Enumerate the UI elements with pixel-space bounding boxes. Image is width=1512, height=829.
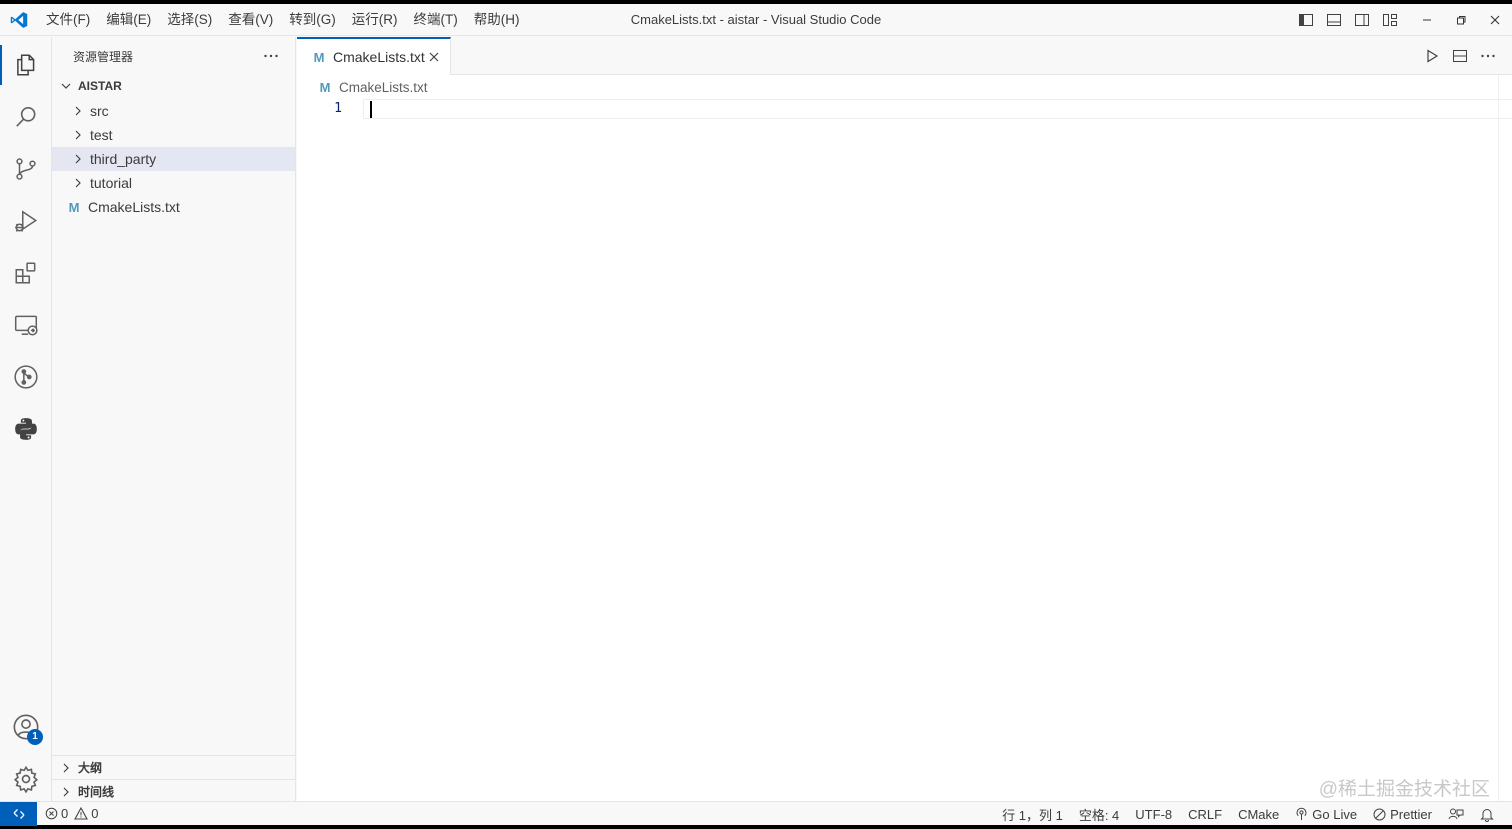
git-graph-icon[interactable] (0, 353, 52, 401)
tree-item-label: test (90, 127, 113, 143)
chevron-right-icon (70, 127, 86, 143)
chevron-down-icon (58, 78, 74, 94)
chevron-right-icon (58, 760, 74, 776)
close-window-icon[interactable] (1478, 4, 1512, 36)
tab-cmakelists[interactable]: M CmakeLists.txt (297, 37, 451, 75)
remote-indicator-icon[interactable] (0, 801, 37, 826)
breadcrumb-file[interactable]: CmakeLists.txt (339, 80, 428, 95)
outline-label: 大纲 (78, 761, 103, 775)
prettier-disabled-icon (1373, 808, 1386, 821)
chevron-right-icon (70, 151, 86, 167)
search-icon[interactable] (0, 93, 52, 141)
language-mode[interactable]: CMake (1230, 802, 1287, 826)
prettier-label: Prettier (1390, 806, 1432, 822)
settings-gear-icon[interactable] (0, 755, 52, 803)
sidebar-more-actions-icon[interactable] (261, 47, 281, 65)
tree-item-label: src (90, 103, 109, 119)
remote-explorer-icon[interactable] (0, 301, 52, 349)
problems-indicator[interactable]: 0 0 (37, 802, 106, 826)
broadcast-icon (1295, 807, 1308, 821)
menu-selection[interactable]: 选择(S) (159, 4, 220, 36)
accounts-icon[interactable]: 1 (0, 703, 52, 751)
workspace-name: AISTAR (78, 79, 122, 93)
split-editor-icon[interactable] (1446, 45, 1474, 67)
chevron-right-icon (70, 175, 86, 191)
explorer-sidebar: 资源管理器 AISTAR src test third_party tutori… (52, 37, 296, 801)
run-debug-icon[interactable] (0, 197, 52, 245)
editor-group: M CmakeLists.txt M CmakeLists.txt 1 @稀土掘… (297, 37, 1512, 801)
warning-count: 0 (91, 806, 99, 821)
tree-item-label: third_party (90, 151, 157, 167)
status-bar-right: 行 1，列 1 空格: 4 UTF-8 CRLF CMake Go Live P… (994, 802, 1502, 826)
watermark: @稀土掘金技术社区 (1318, 779, 1490, 800)
workspace-section-header[interactable]: AISTAR (52, 75, 295, 97)
tab-bar: M CmakeLists.txt (297, 37, 1512, 75)
breadcrumb: M CmakeLists.txt (297, 75, 1512, 99)
title-bar: 文件(F) 编辑(E) 选择(S) 查看(V) 转到(G) 运行(R) 终端(T… (0, 4, 1512, 36)
sidebar-title: 资源管理器 (73, 49, 134, 64)
encoding[interactable]: UTF-8 (1127, 802, 1180, 826)
title-actions (1292, 4, 1512, 36)
menu-run[interactable]: 运行(R) (344, 4, 406, 36)
chevron-right-icon (58, 784, 74, 800)
feedback-icon[interactable] (1440, 802, 1472, 826)
cmake-file-icon: M (68, 199, 80, 215)
menu-help[interactable]: 帮助(H) (466, 4, 528, 36)
menu-view[interactable]: 查看(V) (220, 4, 281, 36)
accounts-badge: 1 (27, 729, 43, 745)
outline-section-header[interactable]: 大纲 (52, 755, 295, 779)
notifications-bell-icon[interactable] (1472, 802, 1502, 826)
code-editor[interactable]: 1 (297, 99, 1512, 789)
tree-item-tutorial[interactable]: tutorial (52, 171, 295, 195)
error-icon (45, 807, 58, 820)
tree-item-label: tutorial (90, 175, 133, 191)
status-bar: 0 0 行 1，列 1 空格: 4 UTF-8 CRLF CMake Go Li… (0, 801, 1512, 826)
toggle-panel-icon[interactable] (1320, 4, 1348, 36)
extensions-icon[interactable] (0, 249, 52, 297)
activity-bar: 1 (0, 37, 52, 801)
python-icon[interactable] (0, 405, 52, 453)
tab-label: CmakeLists.txt (333, 49, 425, 65)
customize-layout-icon[interactable] (1376, 4, 1404, 36)
cursor-position[interactable]: 行 1，列 1 (994, 802, 1071, 826)
indentation[interactable]: 空格: 4 (1071, 802, 1127, 826)
vscode-window: 文件(F) 编辑(E) 选择(S) 查看(V) 转到(G) 运行(R) 终端(T… (0, 4, 1512, 826)
explorer-icon[interactable] (0, 41, 52, 89)
tree-item-third-party[interactable]: third_party (52, 147, 295, 171)
go-live-button[interactable]: Go Live (1287, 802, 1365, 826)
tree-item-test[interactable]: test (52, 123, 295, 147)
menu-bar: 文件(F) 编辑(E) 选择(S) 查看(V) 转到(G) 运行(R) 终端(T… (38, 4, 528, 36)
line-number: 1 (334, 101, 342, 116)
toggle-primary-sidebar-icon[interactable] (1292, 4, 1320, 36)
menu-go[interactable]: 转到(G) (281, 4, 344, 36)
text-cursor (370, 101, 372, 118)
menu-terminal[interactable]: 终端(T) (406, 4, 466, 36)
cmake-file-icon: M (313, 49, 325, 65)
cmake-file-icon: M (319, 79, 331, 95)
vscode-logo-icon (0, 4, 38, 36)
menu-edit[interactable]: 编辑(E) (98, 4, 159, 36)
run-file-icon[interactable] (1418, 45, 1446, 67)
prettier-button[interactable]: Prettier (1365, 802, 1440, 826)
warning-icon (74, 807, 89, 820)
source-control-icon[interactable] (0, 145, 52, 193)
close-tab-icon[interactable] (426, 49, 442, 65)
minimize-icon[interactable] (1410, 4, 1444, 36)
toggle-secondary-sidebar-icon[interactable] (1348, 4, 1376, 36)
editor-more-actions-icon[interactable] (1474, 45, 1502, 67)
line-ending[interactable]: CRLF (1180, 802, 1230, 826)
chevron-right-icon (70, 103, 86, 119)
menu-file[interactable]: 文件(F) (38, 4, 98, 36)
go-live-label: Go Live (1312, 806, 1358, 822)
tree-item-src[interactable]: src (52, 99, 295, 123)
tree-item-label: CmakeLists.txt (88, 199, 180, 215)
tree-item-cmakelists[interactable]: M CmakeLists.txt (52, 195, 295, 219)
current-line-highlight (363, 99, 1512, 119)
vertical-scrollbar[interactable] (1498, 75, 1512, 801)
error-count: 0 (61, 806, 69, 821)
timeline-label: 时间线 (78, 785, 115, 799)
editor-actions (1418, 45, 1502, 67)
timeline-section-header[interactable]: 时间线 (52, 779, 295, 803)
restore-icon[interactable] (1444, 4, 1478, 36)
